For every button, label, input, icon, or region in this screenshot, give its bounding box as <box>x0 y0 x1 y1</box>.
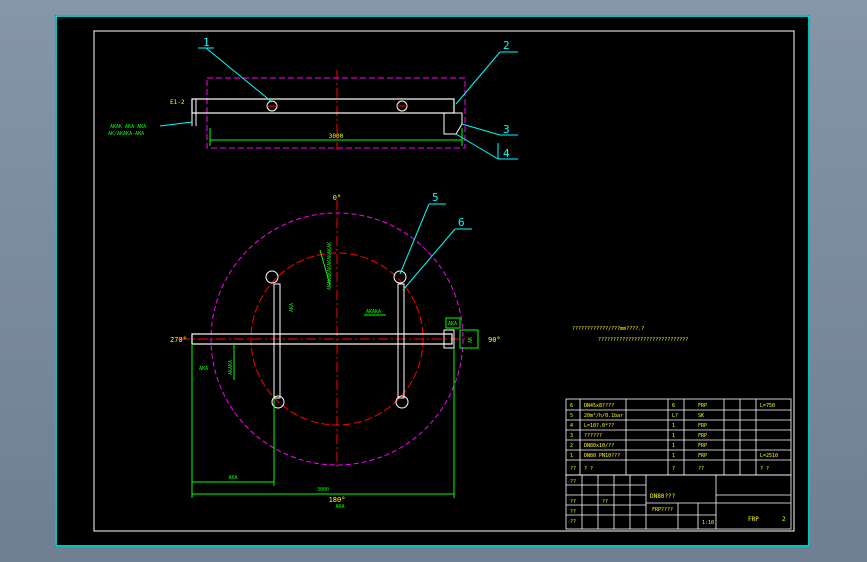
left-label: Ε1-2 <box>170 99 185 106</box>
note-line-1: ΑΚΑΚ ΑΚΑ ΑΚΑ <box>110 124 146 130</box>
parts-cell-qty: 1 <box>672 433 675 439</box>
parts-cell-name: 20m³/h/0.1bar <box>584 413 623 419</box>
dim-arm-label: ΑΚΑ <box>289 303 295 312</box>
end-bracket <box>443 112 463 135</box>
dim-right-b-label: ΑΚ <box>468 337 474 343</box>
top-view: 3000 Ε1-2 ΑΚΑΚ ΑΚΑ ΑΚΑ ΑΚ/ΑΚΑΚΑ-ΑΚΑ 1 2 … <box>108 36 518 160</box>
dim-sub-label: ΑΚΑ <box>335 504 344 510</box>
title-left-cell-3: ?? <box>570 509 576 515</box>
parts-cell-no: 5 <box>570 413 573 419</box>
outer-frame <box>55 15 810 547</box>
parts-cell-material: FRP <box>698 443 707 449</box>
parts-header-qty: ? <box>672 466 675 472</box>
note-leader <box>159 121 193 127</box>
dim-left-vertical-label: ΑΚΑΚΑ <box>228 360 234 375</box>
parts-cell-remark: L=2510 <box>760 453 778 459</box>
parts-cell-qty: 1 <box>672 443 675 449</box>
cad-app-window: 3000 Ε1-2 ΑΚΑΚ ΑΚΑ ΑΚΑ ΑΚ/ΑΚΑΚΑ-ΑΚΑ 1 2 … <box>0 0 867 562</box>
title-left-cell-2: ?? <box>570 499 576 505</box>
parts-cell-no: 1 <box>570 453 573 459</box>
parts-header-name: ? ? <box>584 466 593 472</box>
parts-table-text: 6 DN45x8???? 6 FRP L=750 5 20m³/h/0.1bar L? SK 4 L… <box>570 403 778 472</box>
note-line-2: ΑΚ/ΑΚΑΚΑ-ΑΚΑ <box>108 131 144 137</box>
callout-6: 6 <box>458 216 465 229</box>
parts-cell-material: FRP <box>698 423 707 429</box>
angle-top-label: 0° <box>333 194 341 202</box>
drawing-sheet: 3000 Ε1-2 ΑΚΑΚ ΑΚΑ ΑΚΑ ΑΚ/ΑΚΑΚΑ-ΑΚΑ 1 2 … <box>55 15 810 547</box>
parts-cell-material: FRP <box>698 453 707 459</box>
note-text-2: ?????????????????????????????? <box>598 337 688 343</box>
parts-cell-no: 6 <box>570 403 573 409</box>
parts-cell-no: 3 <box>570 433 573 439</box>
note-text-1: ????????????/???mm????.? <box>572 326 644 332</box>
callout-2: 2 <box>503 39 510 52</box>
parts-cell-remark: L=750 <box>760 403 775 409</box>
callout-3: 3 <box>503 123 510 136</box>
parts-cell-name: DN80x10/?? <box>584 443 614 449</box>
angle-right-label: 90° <box>488 336 501 344</box>
parts-cell-material: FRP <box>698 403 707 409</box>
parts-header-material: ?? <box>698 466 704 472</box>
callout-6-leader <box>402 228 456 291</box>
branch-arm-left <box>273 283 281 399</box>
branch-arm-right <box>397 283 405 399</box>
notes: ????????????/???mm????.? ???????????????… <box>572 326 688 343</box>
dim-left-tick-label: ΑΚΑ <box>199 366 208 372</box>
callout-1-leader <box>205 47 273 103</box>
parts-cell-material: FRP <box>698 433 707 439</box>
dim-center-label: ΑΚΑΚΑ <box>366 309 381 315</box>
drawing-code: FRP???? <box>652 507 673 513</box>
callout-5: 5 <box>432 191 439 204</box>
parts-cell-no: 2 <box>570 443 573 449</box>
angle-bottom-label: 180° <box>329 496 346 504</box>
parts-cell-qty: 6 <box>672 403 675 409</box>
callout-4: 4 <box>503 147 510 160</box>
title-left-cell-5: ?? <box>602 499 608 505</box>
parts-header-remark: ? ? <box>760 466 769 472</box>
parts-cell-name: ?????? <box>584 433 602 439</box>
dim-bottom-total-label: 3000 <box>317 487 329 493</box>
drawing-title: DN80??? <box>650 493 676 500</box>
parts-cell-qty: 1 <box>672 423 675 429</box>
drawing-material: FRP <box>748 516 759 523</box>
span-dimension-text: 3000 <box>329 133 344 140</box>
callout-3-leader <box>461 123 501 136</box>
title-left-cell-1: ?? <box>570 479 576 485</box>
nozzle-plan-top-left <box>265 270 279 284</box>
drawing-scale: 1:10 <box>702 520 714 526</box>
plan-view: 0° 270° 90° 180° ΑΚΑΚΑΚΑΚΑΚΑΚΑΚΑΚ ΑΚΑ ΑΚ… <box>170 191 501 510</box>
dim-vertical-label: ΑΚΑΚΑΚΑΚΑΚΑΚΑΚΑΚ <box>327 242 333 290</box>
parts-cell-material: SK <box>698 413 704 419</box>
parts-cell-name: DN45x8???? <box>584 403 614 409</box>
callout-4-leader <box>455 133 499 160</box>
dim-bottom-small-label: ΑΚΑ <box>228 475 237 481</box>
parts-cell-qty: L? <box>672 413 678 419</box>
inner-frame <box>93 30 795 532</box>
parts-cell-no: 4 <box>570 423 573 429</box>
callout-5-leader <box>399 203 430 275</box>
drawing-sheet-number: 2 <box>782 516 786 523</box>
header-pipe <box>191 98 455 114</box>
callout-1: 1 <box>203 36 210 49</box>
title-left-cell-4: ?? <box>570 519 576 525</box>
parts-header-no: ?? <box>570 466 576 472</box>
dim-right-a-label: ΑΚΑ <box>448 321 457 327</box>
parts-cell-name: L=10?.0*?? <box>584 423 614 429</box>
angle-left-label: 270° <box>170 336 187 344</box>
parts-cell-qty: 1 <box>672 453 675 459</box>
parts-cell-name: DN80 PN10??? <box>584 453 620 459</box>
cad-drawing: 3000 Ε1-2 ΑΚΑΚ ΑΚΑ ΑΚΑ ΑΚ/ΑΚΑΚΑ-ΑΚΑ 1 2 … <box>55 15 810 547</box>
